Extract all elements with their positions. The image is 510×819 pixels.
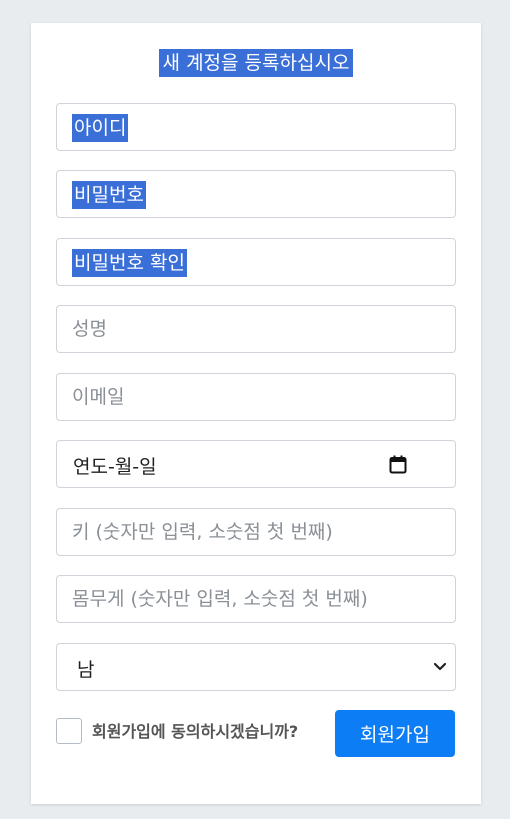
username-value: 아이디: [72, 114, 129, 142]
gender-select[interactable]: 남: [56, 643, 456, 691]
password-confirm-field[interactable]: 비밀번호 확인: [56, 238, 456, 286]
name-field-wrap: [56, 305, 456, 353]
password-value: 비밀번호: [72, 181, 146, 209]
password-confirm-value: 비밀번호 확인: [72, 249, 187, 277]
signup-button[interactable]: 회원가입: [335, 710, 455, 757]
email-field-wrap: [56, 373, 456, 421]
title-wrap: 새 계정을 등록하십시오: [31, 49, 481, 77]
weight-field[interactable]: [57, 576, 455, 622]
password-field[interactable]: 비밀번호: [56, 170, 456, 218]
chevron-down-icon: [433, 662, 447, 671]
height-field-wrap: [56, 508, 456, 556]
signup-card: 새 계정을 등록하십시오 아이디 비밀번호 비밀번호 확인 연도-월-일 남: [31, 23, 481, 804]
username-field[interactable]: 아이디: [56, 103, 456, 151]
agree-label: 회원가입에 동의하시겠습니까?: [92, 722, 299, 741]
height-field[interactable]: [57, 509, 455, 555]
weight-field-wrap: [56, 575, 456, 623]
calendar-icon[interactable]: [389, 455, 407, 474]
birthdate-display: 연도-월-일: [73, 456, 157, 478]
birthdate-field[interactable]: 연도-월-일: [56, 440, 456, 488]
gender-selected: 남: [77, 659, 95, 681]
agree-checkbox[interactable]: [56, 718, 82, 744]
email-field[interactable]: [57, 374, 455, 420]
name-field[interactable]: [57, 306, 455, 352]
page-title: 새 계정을 등록하십시오: [158, 49, 354, 77]
